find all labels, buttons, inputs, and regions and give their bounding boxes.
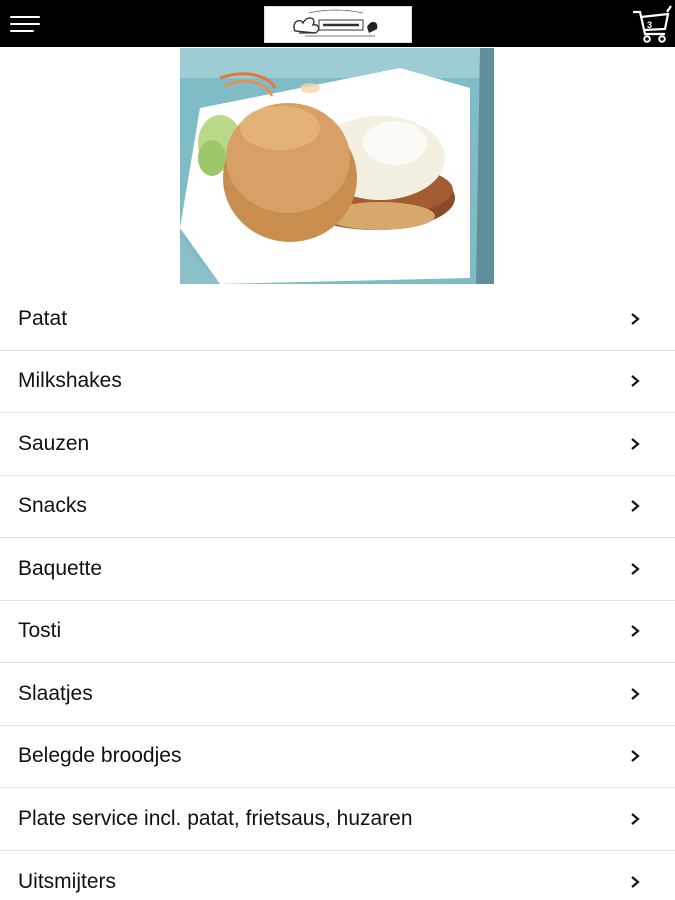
category-item-slaatjes[interactable]: Slaatjes: [0, 663, 675, 726]
category-item-tosti[interactable]: Tosti: [0, 601, 675, 663]
category-item-plate-service[interactable]: Plate service incl. patat, frietsaus, hu…: [0, 788, 675, 851]
category-item-baquette[interactable]: Baquette: [0, 538, 675, 601]
chevron-right-icon: [631, 812, 640, 825]
category-item-patat[interactable]: Patat: [0, 288, 675, 351]
hero-burger-image: [180, 48, 494, 284]
category-item-uitsmijters[interactable]: Uitsmijters: [0, 851, 675, 900]
cart-count-badge: 3: [647, 20, 653, 30]
category-label: Snacks: [18, 494, 87, 518]
chevron-right-icon: [631, 437, 640, 450]
category-item-belegde-broodjes[interactable]: Belegde broodjes: [0, 726, 675, 788]
category-label: Slaatjes: [18, 681, 93, 705]
cart-button[interactable]: 3: [631, 4, 673, 44]
top-bar: 3: [0, 0, 675, 47]
category-label: Belegde broodjes: [18, 744, 182, 768]
category-label: Milkshakes: [18, 369, 122, 393]
category-label: Baquette: [18, 556, 103, 580]
category-label: Patat: [18, 306, 68, 330]
restaurant-logo[interactable]: [264, 6, 412, 43]
hamburger-menu-icon[interactable]: [8, 12, 42, 36]
category-label: Sauzen: [18, 431, 90, 455]
category-list: Patat Milkshakes Sauzen Snacks Baquette …: [0, 288, 675, 900]
chevron-right-icon: [631, 625, 640, 638]
chevron-right-icon: [631, 312, 640, 325]
category-label: Uitsmijters: [18, 869, 116, 893]
chevron-right-icon: [631, 875, 640, 888]
category-item-sauzen[interactable]: Sauzen: [0, 413, 675, 476]
chevron-right-icon: [631, 562, 640, 575]
category-item-snacks[interactable]: Snacks: [0, 476, 675, 538]
chevron-right-icon: [631, 500, 640, 513]
category-item-milkshakes[interactable]: Milkshakes: [0, 351, 675, 413]
chevron-right-icon: [631, 687, 640, 700]
category-label: Tosti: [18, 619, 62, 643]
category-label: Plate service incl. patat, frietsaus, hu…: [18, 806, 413, 830]
chevron-right-icon: [631, 375, 640, 388]
chevron-right-icon: [631, 750, 640, 763]
